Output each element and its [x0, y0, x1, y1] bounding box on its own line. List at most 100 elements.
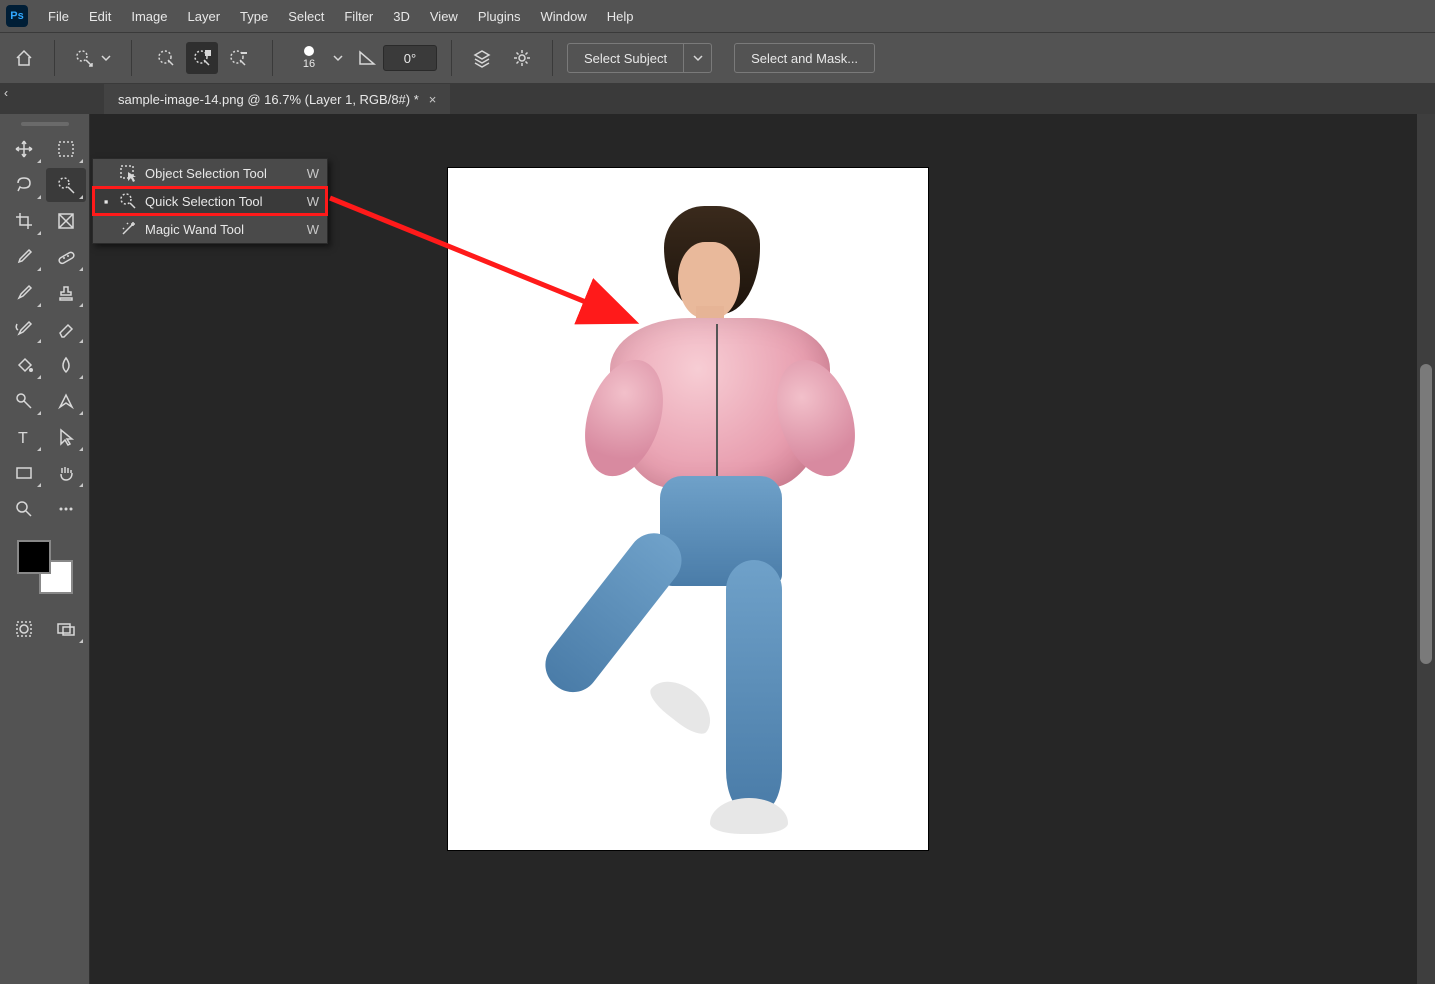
type-tool[interactable]: T	[4, 420, 44, 454]
quick-selection-icon	[119, 192, 137, 210]
chevron-down-icon	[99, 44, 113, 72]
scrollbar-thumb[interactable]	[1420, 364, 1432, 664]
type-icon: T	[14, 427, 34, 447]
lasso-icon	[14, 175, 34, 195]
zoom-tool[interactable]	[4, 492, 44, 526]
healing-brush-tool[interactable]	[46, 240, 86, 274]
quick-selection-tool[interactable]	[46, 168, 86, 202]
pen-icon	[56, 391, 76, 411]
menu-image[interactable]: Image	[121, 3, 177, 30]
rectangle-tool[interactable]	[4, 456, 44, 490]
pointer-icon	[56, 427, 76, 447]
menu-window[interactable]: Window	[530, 3, 596, 30]
edit-toolbar-button[interactable]	[46, 492, 86, 526]
dodge-tool[interactable]	[4, 384, 44, 418]
brush-angle-input[interactable]	[383, 45, 437, 71]
eraser-tool[interactable]	[46, 312, 86, 346]
divider	[54, 40, 55, 76]
select-subject-dropdown[interactable]	[684, 43, 712, 73]
new-selection-button[interactable]	[150, 42, 182, 74]
brush-angle-group	[357, 45, 437, 71]
flyout-item-label: Magic Wand Tool	[145, 222, 293, 237]
home-icon	[14, 48, 34, 68]
home-button[interactable]	[8, 42, 40, 74]
flyout-item-shortcut: W	[301, 166, 319, 181]
screen-mode-icon	[56, 619, 76, 639]
move-icon	[14, 139, 34, 159]
screen-mode-button[interactable]	[46, 612, 86, 646]
quick-mask-icon	[14, 619, 34, 639]
document-tab-strip: sample-image-14.png @ 16.7% (Layer 1, RG…	[0, 84, 1435, 114]
add-selection-icon	[192, 48, 212, 68]
menu-bar: Ps File Edit Image Layer Type Select Fil…	[0, 0, 1435, 32]
vertical-scrollbar[interactable]	[1417, 114, 1435, 984]
app-logo: Ps	[6, 5, 28, 27]
angle-icon	[357, 48, 377, 68]
gear-icon	[512, 48, 532, 68]
brush-tool[interactable]	[4, 276, 44, 310]
menu-select[interactable]: Select	[278, 3, 334, 30]
move-tool[interactable]	[4, 132, 44, 166]
hand-tool[interactable]	[46, 456, 86, 490]
menu-3d[interactable]: 3D	[383, 3, 420, 30]
pen-tool[interactable]	[46, 384, 86, 418]
eyedropper-icon	[14, 247, 34, 267]
menu-type[interactable]: Type	[230, 3, 278, 30]
document-canvas[interactable]	[448, 168, 928, 850]
quick-mask-button[interactable]	[4, 612, 44, 646]
blur-tool[interactable]	[46, 348, 86, 382]
foreground-color-swatch[interactable]	[17, 540, 51, 574]
select-subject-button[interactable]: Select Subject	[567, 43, 684, 73]
flyout-item-magic-wand[interactable]: Magic Wand Tool W	[93, 215, 327, 243]
menu-filter[interactable]: Filter	[334, 3, 383, 30]
divider	[272, 40, 273, 76]
menu-edit[interactable]: Edit	[79, 3, 121, 30]
menu-help[interactable]: Help	[597, 3, 644, 30]
panel-grip-icon[interactable]	[21, 122, 69, 126]
hand-icon	[56, 463, 76, 483]
menu-file[interactable]: File	[38, 3, 79, 30]
crop-tool[interactable]	[4, 204, 44, 238]
bandage-icon	[56, 247, 76, 267]
rectangle-icon	[14, 463, 34, 483]
workspace: T	[0, 114, 1435, 984]
check-icon: ▪	[101, 194, 111, 209]
menu-layer[interactable]: Layer	[178, 3, 231, 30]
color-swatches[interactable]	[15, 538, 75, 596]
document-tab-title: sample-image-14.png @ 16.7% (Layer 1, RG…	[118, 92, 419, 107]
magic-wand-icon	[119, 220, 137, 238]
sample-all-layers-button[interactable]	[466, 42, 498, 74]
bucket-icon	[14, 355, 34, 375]
selection-mode-group	[146, 42, 258, 74]
rectangular-marquee-tool[interactable]	[46, 132, 86, 166]
flyout-item-quick-selection[interactable]: ▪ Quick Selection Tool W	[93, 187, 327, 215]
droplet-icon	[56, 355, 76, 375]
flyout-item-object-selection[interactable]: Object Selection Tool W	[93, 159, 327, 187]
flyout-item-label: Quick Selection Tool	[145, 194, 293, 209]
select-and-mask-button[interactable]: Select and Mask...	[734, 43, 875, 73]
toolbox: T	[0, 114, 90, 984]
paint-bucket-tool[interactable]	[4, 348, 44, 382]
frame-tool[interactable]	[46, 204, 86, 238]
history-brush-tool[interactable]	[4, 312, 44, 346]
tool-flyout-menu: Object Selection Tool W ▪ Quick Selectio…	[92, 158, 328, 244]
brush-size-label: 16	[303, 58, 315, 70]
menu-view[interactable]: View	[420, 3, 468, 30]
subtract-from-selection-button[interactable]	[222, 42, 254, 74]
chevron-down-icon	[331, 44, 345, 72]
canvas-area[interactable]: Object Selection Tool W ▪ Quick Selectio…	[90, 114, 1435, 984]
divider	[552, 40, 553, 76]
eyedropper-tool[interactable]	[4, 240, 44, 274]
lasso-tool[interactable]	[4, 168, 44, 202]
chevron-down-icon	[693, 53, 703, 63]
add-to-selection-button[interactable]	[186, 42, 218, 74]
enhance-edge-button[interactable]	[506, 42, 538, 74]
menu-plugins[interactable]: Plugins	[468, 3, 531, 30]
tool-preset-picker[interactable]	[69, 44, 117, 72]
clone-stamp-tool[interactable]	[46, 276, 86, 310]
document-tab[interactable]: sample-image-14.png @ 16.7% (Layer 1, RG…	[104, 84, 450, 114]
brush-picker[interactable]: 16	[287, 44, 349, 72]
close-icon[interactable]: ×	[429, 92, 437, 107]
crop-icon	[14, 211, 34, 231]
path-selection-tool[interactable]	[46, 420, 86, 454]
